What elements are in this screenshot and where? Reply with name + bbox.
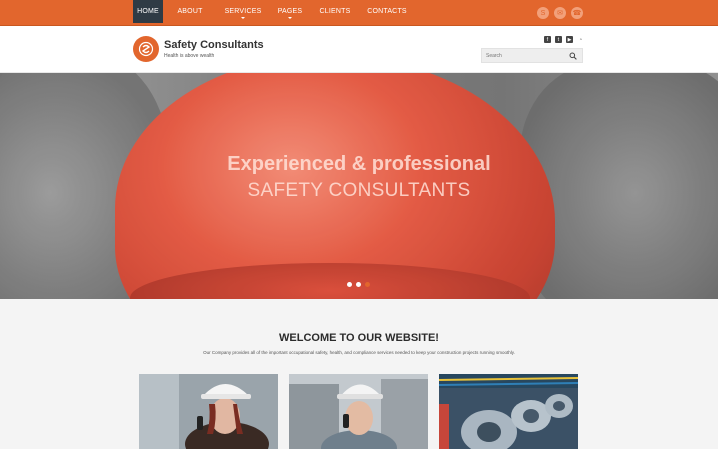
nav-contacts-label: CONTACTS bbox=[367, 8, 407, 15]
service-thumb-steel-rolls[interactable] bbox=[439, 374, 578, 449]
twitter-icon[interactable]: t bbox=[555, 36, 562, 43]
service-thumb-woman-helmet[interactable] bbox=[139, 374, 278, 449]
welcome-section: WELCOME TO OUR WEBSITE! Our Company prov… bbox=[0, 299, 718, 449]
nav-services-label: SERVICES bbox=[224, 8, 262, 15]
steel-rolls-photo bbox=[439, 374, 578, 449]
nav-clients[interactable]: CLIENTS bbox=[311, 0, 359, 23]
logo-icon[interactable] bbox=[133, 36, 159, 62]
engineer-photo bbox=[289, 374, 428, 449]
slider-pagination bbox=[347, 282, 370, 287]
phone-icon[interactable]: ☎ bbox=[571, 7, 583, 19]
contact-icons: S ✉ ☎ bbox=[537, 7, 583, 19]
brand-name[interactable]: Safety Consultants bbox=[164, 39, 264, 51]
search-input[interactable] bbox=[486, 51, 566, 61]
facebook-icon[interactable]: f bbox=[544, 36, 551, 43]
brand-slogan: Health is above wealth bbox=[164, 53, 215, 59]
hero-subtitle: SAFETY CONSULTANTS bbox=[247, 180, 471, 201]
slider-dot-1[interactable] bbox=[347, 282, 352, 287]
nav-home[interactable]: HOME bbox=[133, 0, 163, 23]
main-nav: HOME ABOUT SERVICES PAGES CLIENTS CONTAC… bbox=[133, 0, 415, 26]
top-nav-bar: HOME ABOUT SERVICES PAGES CLIENTS CONTAC… bbox=[0, 0, 718, 26]
site-header: Safety Consultants Health is above wealt… bbox=[0, 27, 718, 73]
nav-home-label: HOME bbox=[137, 8, 159, 15]
welcome-title: WELCOME TO OUR WEBSITE! bbox=[279, 332, 439, 344]
slider-dot-3[interactable] bbox=[365, 282, 370, 287]
slider-dot-2[interactable] bbox=[356, 282, 361, 287]
hero-title: Experienced & professional bbox=[227, 153, 491, 175]
nav-about-label: ABOUT bbox=[177, 8, 203, 15]
nav-clients-label: CLIENTS bbox=[319, 8, 351, 15]
nav-pages-label: PAGES bbox=[277, 8, 303, 15]
hero-slider: Experienced & professional SAFETY CONSUL… bbox=[0, 73, 718, 299]
welcome-intro: Our Company provides all of the importan… bbox=[203, 350, 515, 355]
social-links: f t ▶ ◔ bbox=[544, 36, 584, 43]
search-box bbox=[481, 48, 583, 63]
mail-icon[interactable]: ✉ bbox=[554, 7, 566, 19]
woman-helmet-photo bbox=[139, 374, 278, 449]
youtube-icon[interactable]: ▶ bbox=[566, 36, 573, 43]
logo-swirl-icon bbox=[138, 41, 154, 57]
nav-contacts[interactable]: CONTACTS bbox=[359, 0, 415, 23]
chevron-down-icon bbox=[288, 17, 292, 19]
nav-about[interactable]: ABOUT bbox=[163, 0, 217, 23]
skype-icon[interactable]: S bbox=[537, 7, 549, 19]
chevron-down-icon bbox=[241, 17, 245, 19]
rss-icon[interactable]: ◔ bbox=[577, 36, 584, 43]
search-icon[interactable] bbox=[569, 52, 577, 60]
nav-pages[interactable]: PAGES bbox=[269, 0, 311, 23]
service-thumb-engineer[interactable] bbox=[289, 374, 428, 449]
nav-services[interactable]: SERVICES bbox=[217, 0, 269, 23]
